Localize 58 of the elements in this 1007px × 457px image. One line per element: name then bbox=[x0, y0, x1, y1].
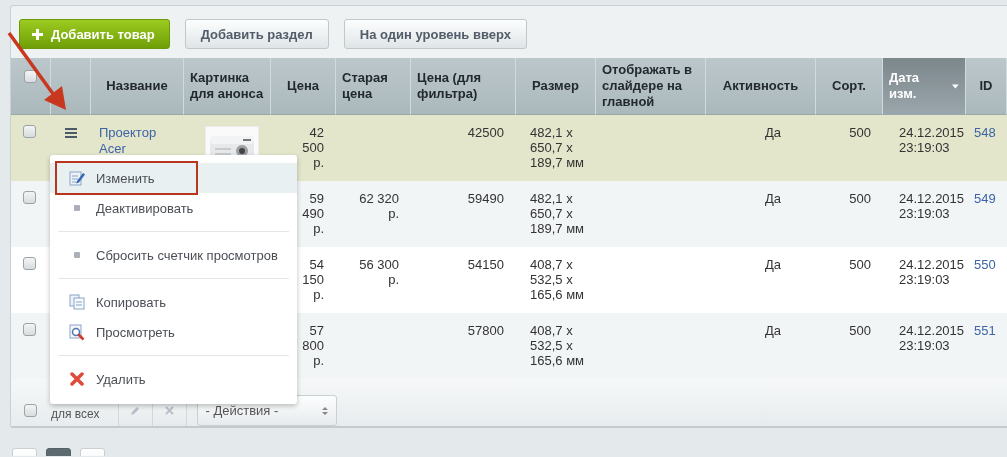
table-cell: 500 bbox=[849, 323, 871, 338]
date-text: 24.12.2015 23:19:03 bbox=[899, 257, 966, 287]
row-checkbox[interactable] bbox=[23, 125, 36, 138]
old-price-text: 62 320 р. bbox=[358, 191, 399, 221]
bullet-icon bbox=[74, 252, 80, 258]
table-cell: Да bbox=[764, 191, 781, 206]
menu-item[interactable]: Просмотреть bbox=[50, 317, 297, 347]
bullet-icon bbox=[74, 205, 80, 211]
toolbar-button[interactable]: На один уровень вверх bbox=[343, 19, 527, 49]
toolbar-button[interactable]: Добавить раздел bbox=[184, 19, 329, 49]
edit-icon bbox=[69, 170, 85, 186]
table-cell: 57800 bbox=[467, 323, 504, 338]
for-all-label: для всех bbox=[51, 405, 100, 421]
copy-icon bbox=[69, 294, 85, 310]
size-text: 482,1 x 650,7 x 189,7 мм bbox=[530, 125, 586, 170]
table-cell: 54150 bbox=[467, 257, 504, 272]
price-text: 57 800 р. bbox=[302, 323, 324, 368]
table-cell: 59490 bbox=[467, 191, 504, 206]
select-all-checkbox[interactable] bbox=[24, 70, 37, 83]
id-link[interactable]: 549 bbox=[974, 191, 996, 206]
table-cell: 500 bbox=[849, 191, 871, 206]
plus-icon bbox=[32, 28, 43, 40]
size-text: 408,7 x 532,5 x 165,6 мм bbox=[530, 323, 586, 368]
date-text: 24.12.2015 23:19:03 bbox=[899, 191, 966, 221]
price-text: 54 150 р. bbox=[302, 257, 324, 302]
table-cell: 42500 bbox=[467, 125, 504, 140]
table-cell: 500 bbox=[849, 125, 871, 140]
id-link[interactable]: 550 bbox=[974, 257, 996, 272]
pencil-icon bbox=[130, 405, 140, 416]
old-price-text: 56 300 р. bbox=[358, 257, 399, 287]
menu-item[interactable]: Деактивировать bbox=[50, 193, 297, 223]
row-checkbox[interactable] bbox=[23, 191, 36, 204]
id-link[interactable]: 548 bbox=[974, 125, 996, 140]
price-text: 42 500 р. bbox=[302, 125, 324, 170]
size-text: 408,7 x 532,5 x 165,6 мм bbox=[530, 257, 586, 302]
menu-item[interactable]: Сбросить счетчик просмотров bbox=[50, 240, 297, 270]
menu-item[interactable]: Удалить bbox=[50, 364, 297, 394]
id-link[interactable]: 551 bbox=[974, 323, 996, 338]
row-checkbox[interactable] bbox=[23, 257, 36, 270]
select-all-checkbox[interactable] bbox=[24, 404, 37, 417]
table-cell: Да bbox=[764, 323, 781, 338]
price-text: 59 490 р. bbox=[302, 191, 324, 236]
product-name-link[interactable]: Проектор Acer bbox=[99, 125, 178, 157]
date-text: 24.12.2015 23:19:03 bbox=[899, 323, 966, 353]
close-icon bbox=[164, 406, 174, 415]
size-text: 482,1 x 650,7 x 189,7 мм bbox=[530, 191, 586, 236]
updown-icon bbox=[321, 405, 328, 416]
table-cell: 500 bbox=[849, 257, 871, 272]
row-checkbox[interactable] bbox=[23, 323, 36, 336]
menu-item[interactable]: Копировать bbox=[50, 287, 297, 317]
menu-icon[interactable] bbox=[65, 128, 77, 138]
menu-item[interactable]: Изменить bbox=[50, 163, 297, 193]
date-text: 24.12.2015 23:19:03 bbox=[899, 125, 966, 155]
table-cell: Да bbox=[764, 125, 781, 140]
delete-icon bbox=[70, 372, 84, 386]
sort-arrow-icon bbox=[952, 83, 959, 89]
magnifier-icon bbox=[69, 323, 85, 341]
table-cell: Да bbox=[764, 257, 781, 272]
